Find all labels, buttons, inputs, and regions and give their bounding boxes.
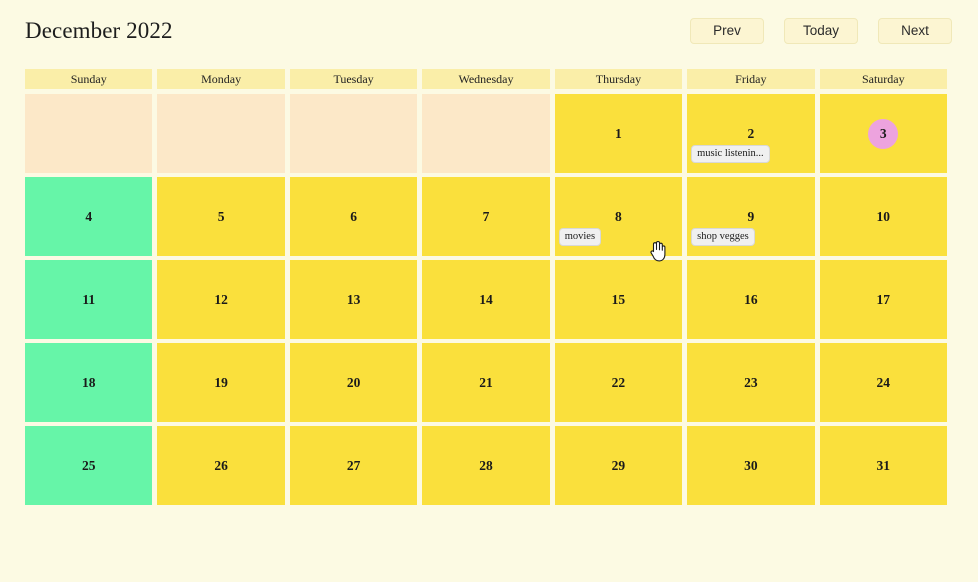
- day-number: 8: [615, 208, 622, 224]
- day-number: 1: [615, 125, 622, 141]
- page-title: December 2022: [25, 18, 173, 43]
- day-number: 22: [611, 374, 626, 390]
- calendar-day-cell[interactable]: 19: [157, 343, 285, 422]
- day-number: 7: [482, 208, 490, 224]
- calendar-nav-buttons: Prev Today Next: [690, 18, 952, 44]
- day-number: 21: [479, 374, 493, 390]
- calendar-day-cell[interactable]: 31: [819, 426, 947, 505]
- weekday-header-sunday: Sunday: [25, 69, 153, 89]
- day-number: 5: [217, 208, 225, 224]
- calendar-day-cell[interactable]: 15: [554, 260, 683, 339]
- day-number: 14: [479, 291, 493, 307]
- calendar-day-cell-empty: [25, 94, 153, 173]
- calendar-day-cell-empty: [422, 94, 550, 173]
- day-number: 19: [214, 374, 228, 390]
- weekday-header-tuesday: Tuesday: [289, 69, 418, 89]
- calendar-day-cell[interactable]: 12: [157, 260, 285, 339]
- day-number: 26: [214, 457, 228, 473]
- day-number: 11: [82, 291, 96, 307]
- weekday-header-thursday: Thursday: [554, 69, 683, 89]
- day-events: shop vegges: [691, 228, 810, 251]
- day-number: 30: [744, 457, 758, 473]
- day-number: 29: [611, 457, 626, 473]
- event-chip[interactable]: movies: [558, 228, 602, 246]
- next-button[interactable]: Next: [878, 18, 952, 44]
- weekday-header-wednesday: Wednesday: [422, 69, 550, 89]
- calendar-day-cell[interactable]: 11: [25, 260, 153, 339]
- calendar-week-row: 11 12 13 14 15 16 17: [25, 260, 947, 339]
- prev-button[interactable]: Prev: [690, 18, 764, 44]
- calendar-day-cell-empty: [289, 94, 418, 173]
- day-number: 23: [744, 374, 758, 390]
- day-number: 9: [747, 208, 755, 224]
- calendar-day-cell[interactable]: 17: [819, 260, 947, 339]
- day-events: music listenin...: [691, 145, 810, 168]
- day-number-today: 3: [868, 118, 899, 149]
- day-number: 4: [85, 208, 93, 224]
- day-number: 13: [346, 291, 361, 307]
- day-number: 6: [350, 208, 357, 224]
- calendar-app: December 2022 Prev Today Next Sunday Mond…: [0, 0, 978, 582]
- event-chip[interactable]: music listenin...: [691, 145, 770, 163]
- calendar-day-cell[interactable]: 26: [157, 426, 285, 505]
- calendar-day-cell[interactable]: 14: [422, 260, 550, 339]
- calendar-day-cell[interactable]: 22: [554, 343, 683, 422]
- calendar-day-cell[interactable]: 5: [157, 177, 285, 256]
- weekday-header-friday: Friday: [687, 69, 815, 89]
- calendar-day-cell[interactable]: 8 movies: [554, 177, 683, 256]
- calendar-day-cell[interactable]: 24: [819, 343, 947, 422]
- calendar-week-row: 1 2 music listenin... 3: [25, 94, 947, 173]
- calendar-day-cell[interactable]: 27: [289, 426, 418, 505]
- weekday-header-saturday: Saturday: [819, 69, 947, 89]
- calendar-week-row: 25 26 27 28 29 30 31: [25, 426, 947, 505]
- calendar-day-cell[interactable]: 25: [25, 426, 153, 505]
- calendar-grid: Sunday Monday Tuesday Wednesday Thursday Frid…: [25, 69, 947, 509]
- calendar-day-cell[interactable]: 13: [289, 260, 418, 339]
- weekday-header-monday: Monday: [157, 69, 285, 89]
- day-number: 17: [876, 291, 891, 307]
- calendar-day-cell[interactable]: 18: [25, 343, 153, 422]
- event-chip[interactable]: shop vegges: [691, 228, 755, 246]
- day-number: 12: [214, 291, 228, 307]
- calendar-day-cell[interactable]: 28: [422, 426, 550, 505]
- calendar-day-cell[interactable]: 9 shop vegges: [687, 177, 815, 256]
- calendar-day-cell[interactable]: 2 music listenin...: [687, 94, 815, 173]
- day-number: 16: [744, 291, 758, 307]
- calendar-day-cell[interactable]: 1: [554, 94, 683, 173]
- day-number: 2: [747, 125, 755, 141]
- day-number: 25: [81, 457, 96, 473]
- calendar-day-cell[interactable]: 16: [687, 260, 815, 339]
- day-number: 15: [611, 291, 626, 307]
- calendar-day-cell[interactable]: 21: [422, 343, 550, 422]
- calendar-day-cell[interactable]: 30: [687, 426, 815, 505]
- calendar-day-cell[interactable]: 10: [819, 177, 947, 256]
- calendar-day-cell[interactable]: 20: [289, 343, 418, 422]
- calendar-toolbar: December 2022 Prev Today Next: [0, 0, 978, 62]
- calendar-weeks: 1 2 music listenin... 3 4 5 6 7 8 movies 9 shop veg…: [25, 94, 947, 505]
- day-number: 10: [876, 208, 891, 224]
- today-button[interactable]: Today: [784, 18, 858, 44]
- day-number: 18: [81, 374, 96, 390]
- calendar-week-row: 18 19 20 21 22 23 24: [25, 343, 947, 422]
- day-number: 28: [479, 457, 493, 473]
- calendar-day-cell-empty: [157, 94, 285, 173]
- day-number: 20: [346, 374, 361, 390]
- calendar-week-row: 4 5 6 7 8 movies 9 shop vegges 10: [25, 177, 947, 256]
- calendar-day-cell[interactable]: 7: [422, 177, 550, 256]
- calendar-day-cell[interactable]: 4: [25, 177, 153, 256]
- day-number: 27: [346, 457, 361, 473]
- calendar-day-cell[interactable]: 3: [819, 94, 947, 173]
- calendar-day-cell[interactable]: 23: [687, 343, 815, 422]
- weekday-header-row: Sunday Monday Tuesday Wednesday Thursday Frid…: [25, 69, 947, 89]
- day-number: 24: [876, 374, 891, 390]
- calendar-day-cell[interactable]: 29: [554, 426, 683, 505]
- calendar-day-cell[interactable]: 6: [289, 177, 418, 256]
- day-events: movies: [558, 228, 678, 251]
- day-number: 31: [876, 457, 891, 473]
